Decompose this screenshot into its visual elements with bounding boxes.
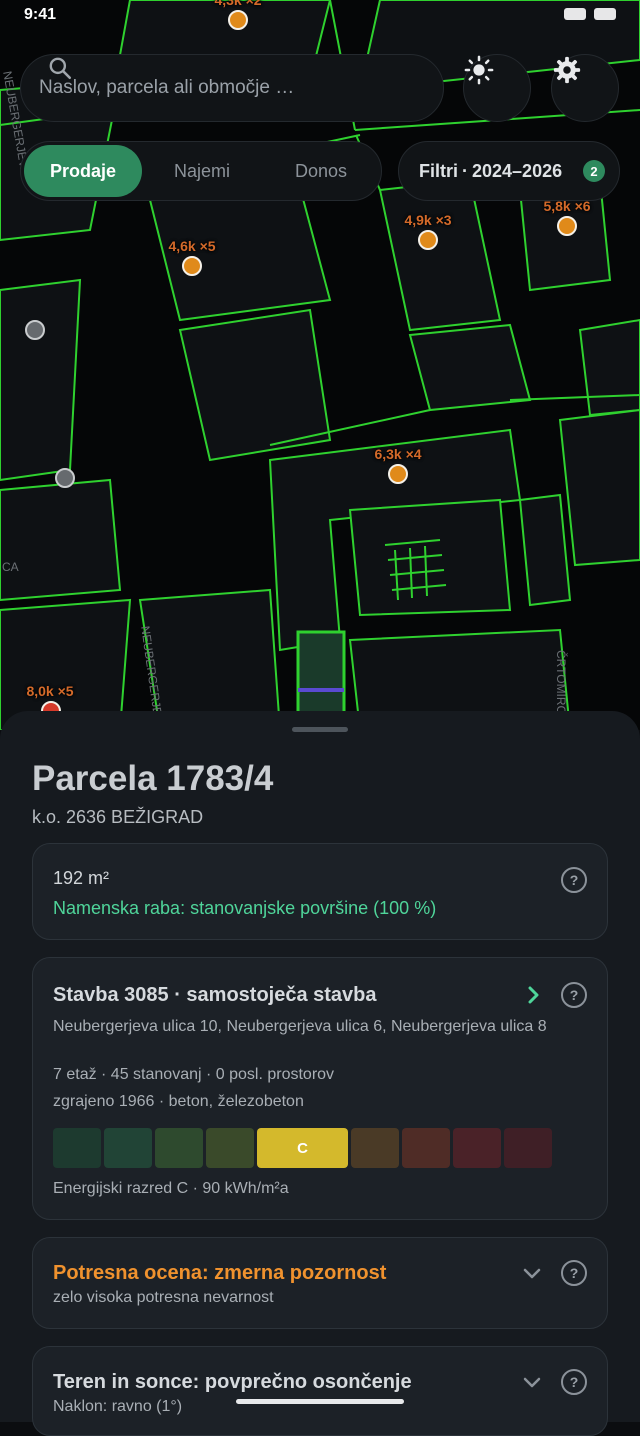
help-icon[interactable]: ? bbox=[561, 867, 587, 893]
bottom-sheet[interactable]: Parcela 1783/4 k.o. 2636 BEŽIGRAD 192 m²… bbox=[0, 711, 640, 1436]
energy-segment bbox=[453, 1128, 501, 1168]
tab-donos[interactable]: Donos bbox=[262, 145, 380, 197]
land-card: 192 m² Namenska raba: stanovanjske površ… bbox=[32, 843, 608, 940]
chevron-down-icon[interactable] bbox=[523, 1268, 541, 1280]
help-icon[interactable]: ? bbox=[561, 1369, 587, 1395]
marker-dot bbox=[557, 216, 577, 236]
map-marker-grey[interactable] bbox=[25, 320, 45, 340]
search-input[interactable] bbox=[37, 76, 341, 100]
building-title: Stavba 3085 · samostoječa stavba bbox=[53, 984, 377, 1006]
marker-label: 4,6k ×5 bbox=[168, 238, 216, 254]
terrain-subtitle: Naklon: ravno (1°) bbox=[53, 1398, 183, 1415]
energy-scale: C bbox=[53, 1128, 552, 1168]
filters-label: Filtri bbox=[419, 160, 458, 181]
building-built: zgrajeno 1966 · beton, železobeton bbox=[53, 1093, 304, 1110]
seismic-card[interactable]: Potresna ocena: zmerna pozornost zelo vi… bbox=[32, 1237, 608, 1329]
status-icons bbox=[564, 8, 616, 20]
search-bar[interactable] bbox=[20, 54, 444, 122]
energy-text: Energijski razred C · 90 kWh/m²a bbox=[53, 1180, 289, 1197]
filters-button[interactable]: Filtri · 2024–2026 2 bbox=[398, 141, 620, 201]
marker-dot bbox=[388, 464, 408, 484]
filters-range: 2024–2026 bbox=[472, 160, 563, 181]
marker-label: 6,3k ×4 bbox=[374, 446, 422, 462]
street-label: CA bbox=[2, 560, 19, 574]
help-icon[interactable]: ? bbox=[561, 982, 587, 1008]
marker-dot bbox=[418, 230, 438, 250]
map-view[interactable]: 9:41 4,3k ×2 4,6k ×5 4,9k ×3 5,8k ×6 6,3… bbox=[0, 0, 640, 730]
chevron-down-icon[interactable] bbox=[523, 1377, 541, 1389]
gear-icon bbox=[553, 56, 581, 84]
energy-segment bbox=[504, 1128, 552, 1168]
building-address: Neubergerjeva ulica 10, Neubergerjeva ul… bbox=[53, 1018, 547, 1035]
tab-najemi[interactable]: Najemi bbox=[143, 145, 261, 197]
energy-segment bbox=[155, 1128, 203, 1168]
settings-button[interactable] bbox=[551, 54, 619, 122]
energy-segment-active: C bbox=[257, 1128, 348, 1168]
marker-label: 4,9k ×3 bbox=[404, 212, 452, 228]
sun-icon bbox=[464, 55, 494, 85]
tab-prodaje[interactable]: Prodaje bbox=[24, 145, 142, 197]
building-units: 7 etaž · 45 stanovanj · 0 posl. prostoro… bbox=[53, 1066, 335, 1083]
map-marker-grey[interactable] bbox=[55, 468, 75, 488]
parcel-title: Parcela 1783/4 bbox=[32, 759, 274, 798]
energy-segment bbox=[104, 1128, 152, 1168]
terrain-title: Teren in sonce: povprečno osončenje bbox=[53, 1371, 412, 1393]
marker-dot bbox=[182, 256, 202, 276]
marker-dot bbox=[228, 10, 248, 30]
land-area: 192 m² bbox=[53, 868, 110, 888]
mode-tabs: Prodaje Najemi Donos bbox=[20, 141, 382, 201]
home-indicator[interactable] bbox=[236, 1399, 404, 1404]
seismic-subtitle: zelo visoka potresna nevarnost bbox=[53, 1289, 274, 1306]
building-card[interactable]: Stavba 3085 · samostoječa stavba ? Neube… bbox=[32, 957, 608, 1220]
energy-segment bbox=[53, 1128, 101, 1168]
energy-segment bbox=[206, 1128, 254, 1168]
terrain-card[interactable]: Teren in sonce: povprečno osončenje Nakl… bbox=[32, 1346, 608, 1436]
search-icon bbox=[49, 57, 72, 80]
help-icon[interactable]: ? bbox=[561, 1260, 587, 1286]
sheet-drag-handle[interactable] bbox=[292, 727, 348, 732]
theme-toggle-button[interactable] bbox=[463, 54, 531, 122]
chevron-right-icon[interactable] bbox=[527, 986, 541, 1004]
marker-label: 4,3k ×2 bbox=[214, 0, 262, 8]
filters-count-badge: 2 bbox=[583, 160, 605, 182]
parcel-subtitle: k.o. 2636 BEŽIGRAD bbox=[32, 807, 204, 827]
marker-label: 8,0k ×5 bbox=[26, 683, 74, 699]
energy-segment bbox=[402, 1128, 450, 1168]
filters-separator: · bbox=[462, 160, 468, 181]
status-time: 9:41 bbox=[24, 6, 57, 23]
energy-segment bbox=[351, 1128, 399, 1168]
seismic-title: Potresna ocena: zmerna pozornost bbox=[53, 1262, 387, 1284]
land-zoning: Namenska raba: stanovanjske površine (10… bbox=[53, 898, 437, 918]
